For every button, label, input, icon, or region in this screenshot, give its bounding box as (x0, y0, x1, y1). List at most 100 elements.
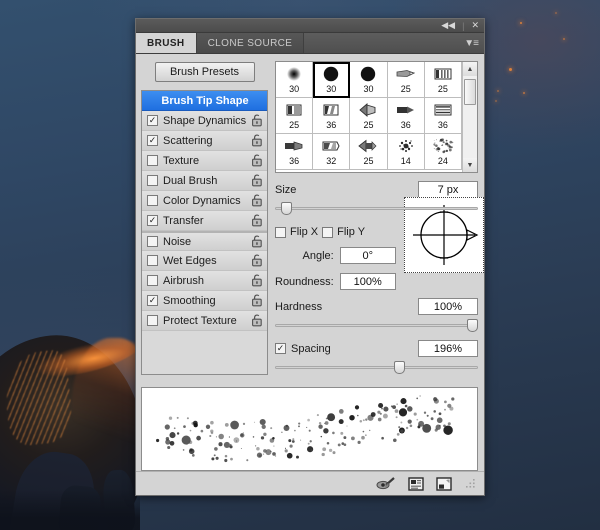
option-checkbox[interactable] (147, 255, 158, 266)
scrollbar-track[interactable] (463, 76, 477, 158)
brush-preset-cell[interactable]: 25 (276, 98, 314, 134)
option-checkbox[interactable]: ✓ (147, 295, 158, 306)
brush-size-label: 30 (363, 84, 374, 94)
brush-preset-cell[interactable]: 30 (313, 62, 351, 98)
angle-label: Angle: (302, 249, 334, 262)
panel-tabbar: BRUSH CLONE SOURCE ▼≡ (136, 33, 484, 54)
angle-input[interactable]: 0° (339, 247, 396, 264)
unlock-icon[interactable] (251, 154, 263, 167)
tabbar-filler: ▼≡ (304, 33, 484, 53)
hard-round-icon (355, 64, 381, 84)
brush-option-dual-brush[interactable]: Dual Brush (142, 171, 267, 191)
brush-preset-cell[interactable]: 25 (350, 134, 388, 170)
brush-option-transfer[interactable]: ✓ Transfer (142, 211, 267, 231)
brush-option-shape-dynamics[interactable]: ✓ Shape Dynamics (142, 111, 267, 131)
scroll-down-icon[interactable]: ▼ (463, 158, 477, 172)
flip-x-toggle[interactable]: Flip X (275, 226, 318, 238)
brush-option-texture[interactable]: Texture (142, 151, 267, 171)
brush-preset-cell[interactable]: 36 (276, 134, 314, 170)
brush-preset-cell[interactable]: 25 (387, 62, 425, 98)
size-input[interactable]: 7 px (418, 181, 478, 198)
brush-option-airbrush[interactable]: Airbrush (142, 271, 267, 291)
panel-titlebar: ◀◀ | ✕ (136, 19, 484, 33)
spacing-checkbox[interactable]: ✓ (275, 343, 286, 354)
unlock-icon[interactable] (251, 235, 263, 248)
close-icon[interactable]: ✕ (471, 21, 479, 30)
unlock-icon[interactable] (251, 194, 263, 207)
scrollbar-thumb[interactable] (464, 79, 476, 105)
brush-preset-cell[interactable]: 24 (424, 134, 462, 170)
ember-particle (520, 22, 522, 24)
option-checkbox[interactable] (147, 236, 158, 247)
brush-preset-cell[interactable]: 14 (387, 134, 425, 170)
brush-preset-cell[interactable]: 30 (276, 62, 314, 98)
brush-option-wet-edges[interactable]: Wet Edges (142, 251, 267, 271)
flip-x-checkbox[interactable] (275, 226, 286, 238)
panel-menu-icon[interactable]: ▼≡ (464, 38, 479, 49)
roundness-input[interactable]: 100% (339, 273, 396, 290)
brush-preset-cell[interactable]: 25 (350, 98, 388, 134)
brush-preset-cell[interactable]: 32 (313, 134, 351, 170)
size-label: Size (275, 183, 297, 196)
flip-y-toggle[interactable]: Flip Y (322, 226, 365, 238)
option-label: Color Dynamics (163, 194, 241, 207)
brush-preset-cell[interactable]: 36 (424, 98, 462, 134)
create-new-preset-icon[interactable] (408, 476, 424, 491)
option-checkbox[interactable] (147, 155, 158, 166)
tab-brush[interactable]: BRUSH (136, 33, 197, 53)
hardness-slider[interactable] (275, 318, 478, 332)
brush-preset-cell[interactable]: 36 (387, 98, 425, 134)
stroke-preview-wrapper (136, 379, 484, 471)
size-slider-knob[interactable] (280, 202, 292, 215)
unlock-icon[interactable] (251, 114, 263, 127)
tab-clone-source[interactable]: CLONE SOURCE (196, 33, 305, 53)
option-checkbox[interactable] (147, 275, 158, 286)
flip-y-checkbox[interactable] (322, 226, 334, 238)
brush-option-smoothing[interactable]: ✓ Smoothing (142, 291, 267, 311)
brush-size-label: 30 (326, 84, 337, 94)
brush-preset-cell[interactable]: 25 (424, 62, 462, 98)
collapse-icon[interactable]: ◀◀ (441, 21, 455, 30)
brush-preset-grid[interactable]: 30 30 30 25 25 25 36 25 36 36 36 32 25 14 24 (276, 62, 462, 172)
unlock-icon[interactable] (251, 174, 263, 187)
option-checkbox[interactable]: ✓ (147, 115, 158, 126)
brush-option-protect-texture[interactable]: Protect Texture (142, 311, 267, 331)
unlock-icon[interactable] (251, 314, 263, 327)
brush-size-label: 30 (289, 84, 300, 94)
brush-size-label: 36 (326, 120, 337, 130)
spacing-input[interactable]: 196% (418, 340, 478, 357)
spacing-slider[interactable] (275, 360, 478, 374)
toggle-brush-preview-icon[interactable] (376, 476, 396, 491)
spacing-slider-knob[interactable] (394, 361, 406, 374)
unlock-icon[interactable] (251, 214, 263, 227)
bristle-block-icon (430, 64, 456, 84)
unlock-icon[interactable] (251, 134, 263, 147)
brush-preset-cell[interactable]: 36 (313, 98, 351, 134)
brush-option-scattering[interactable]: ✓ Scattering (142, 131, 267, 151)
option-checkbox[interactable]: ✓ (147, 215, 158, 226)
unlock-icon[interactable] (251, 254, 263, 267)
resize-grip-icon[interactable] (464, 478, 476, 490)
spacing-row: ✓ Spacing 196% (275, 340, 478, 357)
brush-panel: ◀◀ | ✕ BRUSH CLONE SOURCE ▼≡ Brush Prese… (135, 18, 485, 496)
angle-row: Angle: 0° (275, 247, 396, 264)
option-checkbox[interactable] (147, 175, 158, 186)
option-checkbox[interactable]: ✓ (147, 135, 158, 146)
size-slider[interactable] (275, 201, 478, 215)
option-checkbox[interactable] (147, 315, 158, 326)
brush-size-label: 25 (363, 120, 374, 130)
option-checkbox[interactable] (147, 195, 158, 206)
hardness-input[interactable]: 100% (418, 298, 478, 315)
brush-grid-scrollbar[interactable]: ▲ ▼ (462, 62, 477, 172)
brush-option-noise[interactable]: Noise (142, 231, 267, 251)
new-brush-icon[interactable] (436, 476, 452, 491)
hardness-slider-track (275, 324, 478, 327)
scroll-up-icon[interactable]: ▲ (463, 62, 477, 76)
brush-option-color-dynamics[interactable]: Color Dynamics (142, 191, 267, 211)
brush-tip-shape-header[interactable]: Brush Tip Shape (142, 91, 267, 111)
hardness-slider-knob[interactable] (467, 319, 478, 332)
brush-presets-button[interactable]: Brush Presets (154, 62, 255, 82)
unlock-icon[interactable] (251, 274, 263, 287)
unlock-icon[interactable] (251, 294, 263, 307)
brush-preset-cell[interactable]: 30 (350, 62, 388, 98)
